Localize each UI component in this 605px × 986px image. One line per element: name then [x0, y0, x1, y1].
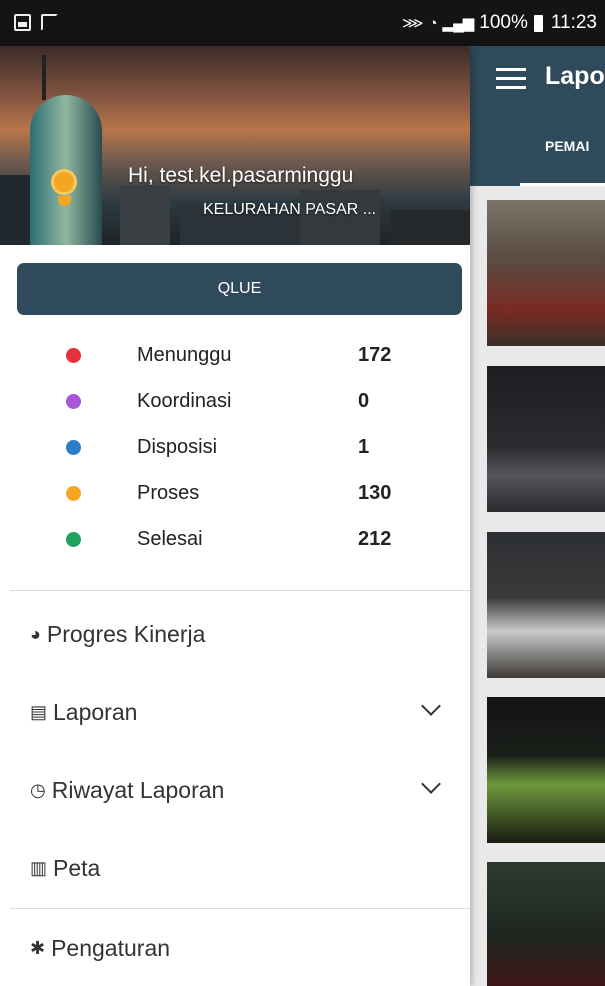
menu-label: Riwayat Laporan [51, 776, 225, 803]
status-dot-icon [66, 532, 81, 547]
pie-chart-icon: ◕ [30, 623, 41, 644]
tab-pemantauan[interactable]: PEMAI [545, 138, 589, 154]
divider [10, 908, 470, 909]
report-thumbnail[interactable] [487, 862, 605, 986]
menu-item-laporan[interactable]: ▤ Laporan [30, 687, 450, 737]
qlue-logo-icon [40, 161, 90, 211]
city-building [0, 175, 30, 245]
city-building [120, 185, 170, 245]
report-list [470, 186, 605, 986]
wifi-icon: ◔ [428, 14, 437, 32]
menu-item-progres-kinerja[interactable]: ◕ Progres Kinerja [30, 609, 450, 659]
battery-icon [533, 14, 543, 32]
stat-label: Proses [137, 482, 200, 504]
stat-value: 0 [358, 390, 370, 412]
stat-label: Menunggu [137, 344, 232, 366]
menu-icon[interactable] [496, 68, 526, 89]
battery-percent: 100% [479, 12, 528, 33]
menu-item-pengaturan[interactable]: ✱ Pengaturan [30, 923, 450, 973]
stat-value: 212 [358, 528, 392, 550]
stat-value: 130 [358, 482, 392, 504]
menu-label: Laporan [53, 698, 138, 725]
menu-label: Pengaturan [51, 934, 171, 961]
stat-row-proses[interactable]: Proses 130 [0, 474, 470, 520]
stat-row-selesai[interactable]: Selesai 212 [0, 520, 470, 566]
chevron-down-icon[interactable] [421, 696, 441, 716]
cast-icon [41, 14, 58, 31]
chevron-down-icon[interactable] [421, 774, 441, 794]
report-thumbnail[interactable] [487, 200, 605, 346]
stat-value: 1 [358, 436, 370, 458]
tower-spire [42, 55, 46, 100]
list-icon: ▤ [30, 701, 48, 722]
gallery-icon [14, 14, 31, 31]
stat-label: Selesai [137, 528, 203, 550]
report-thumbnail[interactable] [487, 532, 605, 678]
menu-item-riwayat-laporan[interactable]: ◷ Riwayat Laporan [30, 765, 450, 815]
stat-row-disposisi[interactable]: Disposisi 1 [0, 428, 470, 474]
history-icon: ◷ [30, 779, 46, 800]
stat-row-koordinasi[interactable]: Koordinasi 0 [0, 382, 470, 428]
app-title: Lapo [545, 62, 605, 90]
report-thumbnail[interactable] [487, 697, 605, 843]
status-dot-icon [66, 394, 81, 409]
menu-label: Peta [53, 854, 101, 881]
navigation-drawer: Hi, test.kel.pasarminggu KELURAHAN PASAR… [0, 46, 470, 986]
gear-icon: ✱ [30, 937, 46, 958]
menu-label: Progres Kinerja [46, 620, 206, 647]
status-dot-icon [66, 486, 81, 501]
drawer-header: Hi, test.kel.pasarminggu KELURAHAN PASAR… [0, 46, 470, 245]
report-thumbnail[interactable] [487, 366, 605, 512]
app-toolbar: Lapo PEMAI [470, 46, 605, 186]
stat-value: 172 [358, 344, 392, 366]
kelurahan-text: KELURAHAN PASAR ... [203, 201, 377, 218]
city-building [390, 210, 470, 245]
stat-label: Disposisi [137, 436, 218, 458]
status-dot-icon [66, 440, 81, 455]
qlue-button[interactable]: QLUE [17, 263, 462, 315]
clock: 11:23 [550, 12, 597, 33]
map-icon: ▥ [30, 857, 48, 878]
greeting-text: Hi, test.kel.pasarminggu [128, 164, 354, 187]
status-dot-icon [66, 348, 81, 363]
menu-item-peta[interactable]: ▥ Peta [30, 843, 450, 893]
status-bar: ⋙ ◔ ▂▄▆ 100% 11:23 [0, 0, 605, 46]
stat-row-menunggu[interactable]: Menunggu 172 [0, 336, 470, 382]
divider [10, 590, 470, 591]
stat-label: Koordinasi [137, 390, 232, 412]
mute-icon: ⋙ [402, 15, 423, 32]
signal-icon: ▂▄▆ [442, 15, 475, 32]
